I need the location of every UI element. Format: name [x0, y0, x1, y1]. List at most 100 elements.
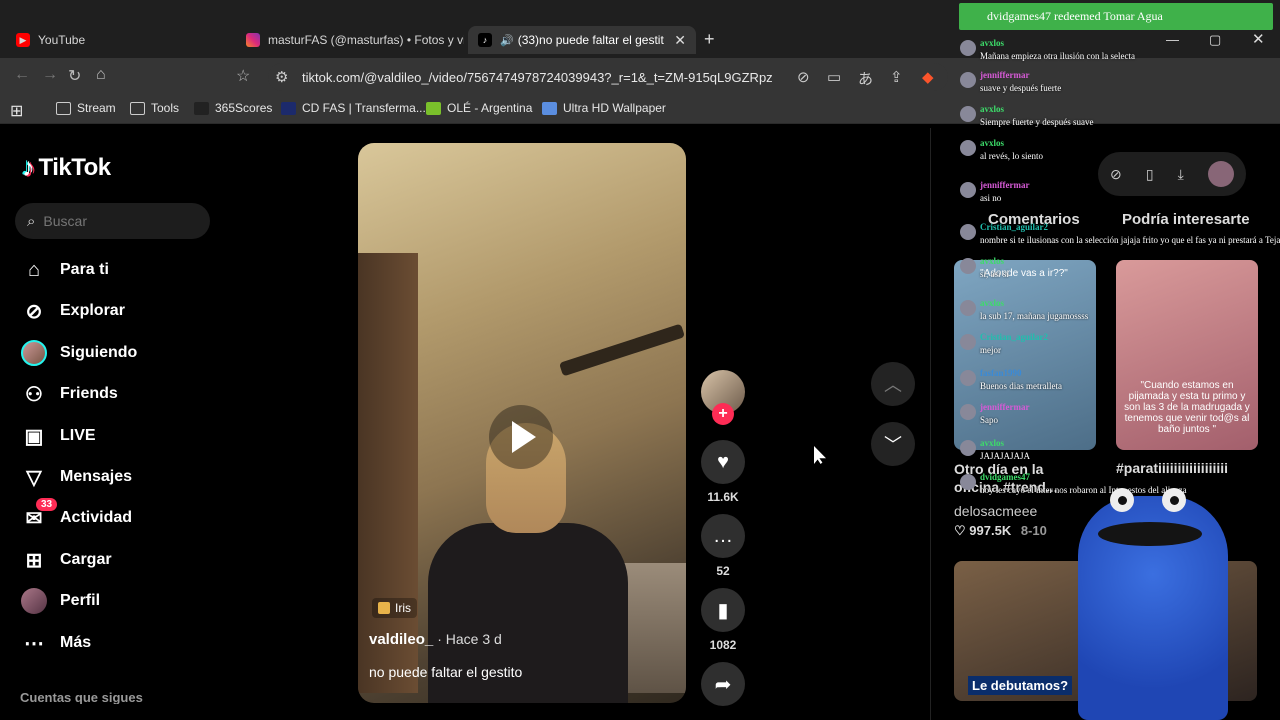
video-author[interactable]: valdileo_ · Hace 3 d: [369, 631, 502, 648]
tab-youtube[interactable]: ▶ YouTube: [6, 26, 232, 54]
save-action[interactable]: ▮ 1082: [701, 588, 745, 652]
tab-podria-interesarte[interactable]: Podría interesarte: [1122, 211, 1250, 228]
chat-text: JAJAJAJAJA: [980, 451, 1031, 461]
bookmark-save-icon[interactable]: ▮: [701, 588, 745, 632]
share-action[interactable]: ➦: [701, 662, 745, 706]
tiktok-icon: ♪: [478, 33, 492, 47]
nav-siguiendo[interactable]: Siguiendo: [20, 339, 137, 367]
related-video-2[interactable]: "Cuando estamos en pijamada y esta tu pr…: [1116, 260, 1258, 450]
chat-avatar: [960, 140, 976, 156]
site-info-icon[interactable]: ⚙: [275, 68, 288, 86]
install-app-icon[interactable]: ▭: [827, 68, 841, 86]
reload-button[interactable]: ↻: [68, 66, 81, 86]
compass-small-icon[interactable]: ⊘: [1110, 166, 1122, 183]
share-arrow-icon[interactable]: ➦: [701, 662, 745, 706]
related-likes: 997.5K: [969, 523, 1012, 538]
related-video-1[interactable]: "Adonde vas a ir??": [954, 260, 1096, 450]
chat-avatar: [960, 72, 976, 88]
new-tab-button[interactable]: +: [704, 29, 715, 50]
forward-button[interactable]: →: [42, 66, 58, 84]
chat-username: dvidgames47: [980, 472, 1031, 482]
bookmark-tools[interactable]: Tools: [130, 101, 179, 115]
logo-text: TikTok: [38, 153, 112, 181]
tiktok-logo[interactable]: ♪ TikTok: [22, 152, 111, 183]
nav-mensajes[interactable]: ▽ Mensajes: [20, 463, 132, 491]
effect-tag[interactable]: Iris: [372, 598, 417, 618]
related-title[interactable]: #paratiiiiiiiiiiiiiiiiii: [1116, 460, 1256, 476]
follow-button[interactable]: +: [712, 403, 734, 425]
comment-action[interactable]: … 52: [701, 514, 745, 578]
folder-icon: [56, 101, 71, 115]
screen: ▶ YouTube masturFAS (@masturfas) • Fotos…: [0, 0, 1280, 720]
related-stats: ♡ 997.5K 8-10: [954, 523, 1047, 539]
creator-mini-avatar[interactable]: [1207, 161, 1234, 187]
tab-label: masturFAS (@masturfas) • Fotos y vid: [268, 33, 464, 47]
related-author[interactable]: delosacmeee: [954, 503, 1037, 519]
folder-icon: [130, 101, 145, 115]
author-name[interactable]: valdileo_: [369, 631, 433, 648]
translate-icon[interactable]: あ: [858, 68, 873, 89]
cast-icon[interactable]: ⊘: [797, 68, 810, 86]
nav-perfil[interactable]: Perfil: [20, 587, 100, 615]
nav-friends[interactable]: ⚇ Friends: [20, 380, 118, 408]
bookmark-stream[interactable]: Stream: [56, 101, 116, 115]
chat-text: Sapo: [980, 415, 998, 425]
related-date: 8-10: [1020, 523, 1047, 538]
close-window-button[interactable]: ✕: [1252, 30, 1265, 48]
nav-actividad[interactable]: ✉ 33 Actividad: [20, 498, 132, 532]
heart-icon[interactable]: ♥: [701, 440, 745, 484]
home-button[interactable]: ⌂: [96, 66, 106, 84]
tab-tiktok[interactable]: ♪ 🔊 (33)no puede faltar el gestito ✕: [468, 26, 696, 54]
chat-avatar: [960, 182, 976, 198]
chat-avatar: [960, 258, 976, 274]
bookmark-cd-fas[interactable]: CD FAS | Transferma...: [281, 101, 426, 115]
chat-text: nombre si te ilusionas con la selección …: [980, 235, 1280, 245]
tab-label: (33)no puede faltar el gestito: [517, 33, 665, 47]
video-player[interactable]: Iris valdileo_ · Hace 3 d no puede faltar…: [358, 143, 686, 703]
chat-avatar: [960, 300, 976, 316]
chat-username: Cristian_aguilar2: [980, 332, 1049, 342]
search-box[interactable]: ⌕: [15, 203, 210, 239]
chat-username: jenniffermar: [980, 180, 1030, 190]
play-button[interactable]: [489, 405, 553, 469]
effect-icon: [378, 602, 390, 614]
thumb-overlay-text: "Cuando estamos en pijamada y esta tu pr…: [1124, 380, 1250, 435]
previous-video-button[interactable]: ︿: [871, 362, 915, 406]
home-icon: ⌂: [27, 258, 41, 281]
chat-text: Siempre fuerte y después suave: [980, 117, 1094, 127]
share-icon[interactable]: ⇪: [890, 68, 903, 86]
close-tab-icon[interactable]: ✕: [674, 32, 686, 49]
next-video-button[interactable]: ﹀: [871, 422, 915, 466]
bookmark-label: 365Scores: [215, 101, 273, 115]
chat-username: Cristian_aguilar2: [980, 222, 1049, 232]
nav-cargar[interactable]: ⊞ Cargar: [20, 546, 112, 574]
panel-toolbar: ⊘ ▯ ⤓: [1098, 152, 1246, 196]
device-icon[interactable]: ▯: [1146, 166, 1154, 183]
back-button[interactable]: ←: [14, 66, 30, 84]
tab-instagram[interactable]: masturFAS (@masturfas) • Fotos y vid: [236, 26, 464, 54]
chat-text: si, asi si: [980, 269, 1009, 279]
minimize-button[interactable]: —: [1166, 32, 1179, 47]
bookmark-365scores[interactable]: 365Scores: [194, 101, 272, 115]
chat-text: asi no: [980, 193, 1002, 203]
url-field[interactable]: tiktok.com/@valdileo_/video/756747497872…: [268, 63, 948, 91]
brave-shield-icon[interactable]: ◆: [922, 68, 934, 86]
apps-grid-icon[interactable]: ⊞: [10, 101, 23, 121]
search-input[interactable]: [43, 213, 194, 229]
bookmark-wallpaper[interactable]: Ultra HD Wallpaper: [542, 101, 666, 115]
nav-live[interactable]: ▣ LIVE: [20, 422, 96, 450]
like-action[interactable]: ♥ 11.6K: [701, 440, 745, 504]
chat-avatar: [960, 404, 976, 420]
nav-explorar[interactable]: ⊘ Explorar: [20, 297, 125, 325]
chat-avatar: [960, 440, 976, 456]
bookmark-icon[interactable]: ☆: [236, 66, 250, 86]
download-icon[interactable]: ⤓: [1178, 166, 1184, 183]
nav-mas[interactable]: ⋯ Más: [20, 629, 91, 657]
save-count: 1082: [709, 638, 737, 652]
nav-para-ti[interactable]: ⌂ Para ti: [20, 256, 109, 284]
bookmark-ole[interactable]: OLÉ - Argentina: [426, 101, 532, 115]
youtube-icon: ▶: [16, 33, 30, 47]
comment-icon[interactable]: …: [701, 514, 745, 558]
maximize-button[interactable]: ▢: [1209, 32, 1221, 48]
bookmark-label: Tools: [151, 101, 180, 115]
